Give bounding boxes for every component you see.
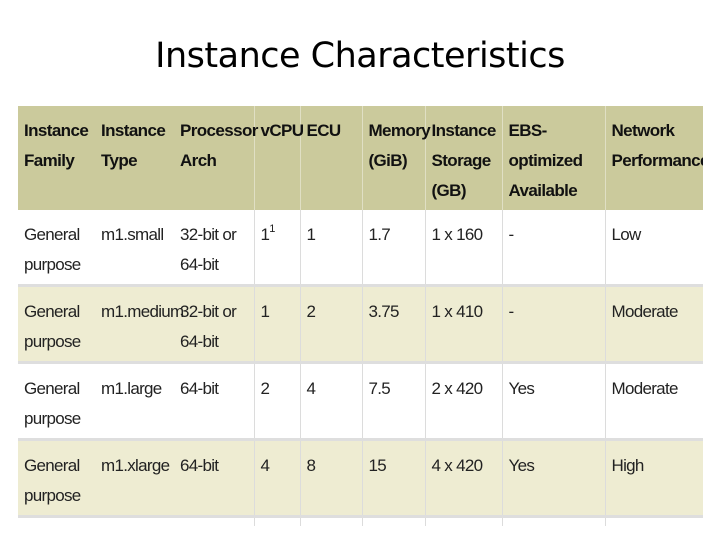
cell-memory: 1.7 bbox=[361, 210, 425, 286]
cell-arch: 64-bit bbox=[174, 438, 254, 517]
cell-family: General purpose bbox=[18, 361, 95, 440]
cell-ecu: 1 bbox=[299, 210, 362, 286]
header-memory: Memory (GiB) bbox=[361, 106, 431, 210]
slide-title: Instance Characteristics bbox=[155, 36, 565, 76]
cell-empty bbox=[299, 515, 362, 526]
cell-family: General purpose bbox=[18, 210, 95, 286]
cell-empty bbox=[501, 515, 605, 526]
table-row: General purpose m1.medium 32-bit or 64-b… bbox=[18, 284, 703, 363]
cell-ecu: 2 bbox=[299, 284, 362, 363]
cell-family: General purpose bbox=[18, 438, 95, 517]
cell-vcpu: 11 bbox=[253, 210, 300, 286]
cell-empty bbox=[18, 515, 95, 526]
cell-storage: 1 x 410 bbox=[424, 284, 502, 363]
header-vcpu: vCPU bbox=[253, 106, 304, 210]
cell-ecu: 4 bbox=[299, 361, 362, 440]
cell-type: m1.xlarge bbox=[95, 438, 174, 517]
cell-ebs: Yes bbox=[501, 361, 605, 440]
cell-ebs: Yes bbox=[501, 438, 605, 517]
cell-ebs: - bbox=[501, 210, 605, 286]
instance-table-container: Instance Family Instance Type Processor … bbox=[18, 106, 703, 526]
cell-storage: 1 x 160 bbox=[424, 210, 502, 286]
table-row: General purpose m1.xlarge 64-bit 4 8 15 … bbox=[18, 438, 703, 517]
cell-empty bbox=[361, 515, 425, 526]
cell-network: Moderate bbox=[604, 361, 703, 440]
header-ebs-optimized: EBS-optimized Available bbox=[501, 106, 605, 210]
vcpu-footnote-marker: 1 bbox=[269, 223, 275, 235]
vcpu-value: 1 bbox=[260, 225, 270, 244]
header-network-performance: Network Performance bbox=[604, 106, 703, 210]
cell-network: Low bbox=[604, 210, 703, 286]
cell-arch: 32-bit or 64-bit bbox=[174, 210, 254, 286]
cell-ebs: - bbox=[501, 284, 605, 363]
header-instance-storage: Instance Storage (GB) bbox=[424, 106, 502, 210]
cell-empty bbox=[174, 515, 254, 526]
cell-vcpu: 4 bbox=[253, 438, 300, 517]
header-instance-type: Instance Type bbox=[95, 106, 174, 210]
cell-network: High bbox=[604, 438, 703, 517]
header-processor-arch: Processor Arch bbox=[174, 106, 258, 210]
cell-storage: 2 x 420 bbox=[424, 361, 502, 440]
instance-characteristics-table: Instance Family Instance Type Processor … bbox=[18, 106, 703, 526]
table-header-row: Instance Family Instance Type Processor … bbox=[18, 106, 703, 210]
cell-empty bbox=[424, 515, 502, 526]
cell-family: General purpose bbox=[18, 284, 95, 363]
cell-arch: 32-bit or 64-bit bbox=[174, 284, 254, 363]
cell-type: m1.small bbox=[95, 210, 174, 286]
cell-type: m1.medium bbox=[95, 284, 184, 363]
cell-empty bbox=[95, 515, 174, 526]
cell-storage: 4 x 420 bbox=[424, 438, 502, 517]
cell-network: Moderate bbox=[604, 284, 703, 363]
cell-type: m1.large bbox=[95, 361, 174, 440]
table-row: General purpose m1.small 32-bit or 64-bi… bbox=[18, 210, 703, 286]
cell-arch: 64-bit bbox=[174, 361, 254, 440]
cell-vcpu: 2 bbox=[253, 361, 300, 440]
cell-vcpu: 1 bbox=[253, 284, 300, 363]
cell-memory: 3.75 bbox=[361, 284, 425, 363]
cell-ecu: 8 bbox=[299, 438, 362, 517]
cell-memory: 15 bbox=[361, 438, 425, 517]
header-instance-family: Instance Family bbox=[18, 106, 95, 210]
cell-empty bbox=[253, 515, 300, 526]
header-ecu: ECU bbox=[299, 106, 362, 210]
cell-empty bbox=[604, 515, 703, 526]
table-row-cut-off bbox=[18, 515, 703, 526]
cell-memory: 7.5 bbox=[361, 361, 425, 440]
table-row: General purpose m1.large 64-bit 2 4 7.5 … bbox=[18, 361, 703, 440]
